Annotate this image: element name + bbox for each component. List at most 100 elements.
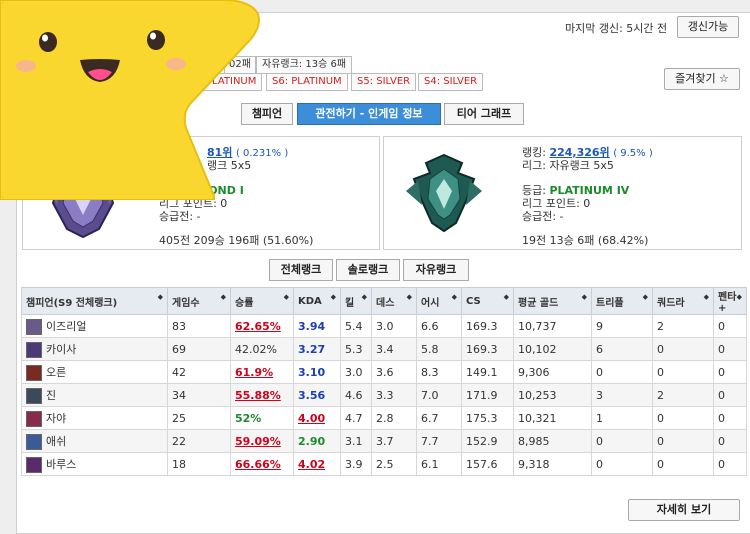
gold-cell: 10,102: [513, 337, 592, 361]
winrate-cell: 55.88%: [230, 383, 294, 407]
sort-icon: ◆: [451, 293, 457, 301]
champion-name[interactable]: 오른: [46, 366, 66, 379]
solo-record: 405전 209승 196패 (51.60%): [159, 234, 314, 247]
champion-icon: [26, 364, 42, 381]
assists-cell: 6.1: [416, 452, 462, 476]
last-update-text: 마지막 갱신: 5시간 전: [565, 22, 668, 35]
kda-cell: 3.10: [293, 360, 341, 384]
penta-cell: 0: [713, 406, 747, 430]
table-header-row: 챔피언(S9 전체랭크) ◆ 게임수 ◆ 승률 ◆ KDA ◆ 킬 ◆ 데스 ◆ 어시 ◆ C…: [21, 287, 747, 315]
triple-cell: 0: [591, 360, 653, 384]
triple-cell: 0: [591, 452, 653, 476]
sort-icon: ◆: [157, 293, 163, 301]
col-header[interactable]: CS ◆: [461, 287, 514, 315]
col-header[interactable]: 챔피언(S9 전체랭크) ◆: [21, 287, 168, 315]
champion-cell: 이즈리얼: [21, 314, 168, 338]
table-row: 자야 25 52% 4.00 4.7 2.8 6.7 175.3 10,321 1 0 0: [21, 406, 747, 430]
champion-stats-table: 챔피언(S9 전체랭크) ◆ 게임수 ◆ 승률 ◆ KDA ◆ 킬 ◆ 데스 ◆ 어시 ◆ C…: [21, 287, 747, 476]
penta-cell: 0: [713, 429, 747, 453]
penta-cell: 0: [713, 452, 747, 476]
kda-cell: 4.02: [293, 452, 341, 476]
table-row: 이즈리얼 83 62.65% 3.94 5.4 3.0 6.6 169.3 10,737 9 2 0: [21, 314, 747, 338]
gold-cell: 8,985: [513, 429, 592, 453]
triple-cell: 3: [591, 383, 653, 407]
solo-promo: 승급전: -: [159, 210, 201, 223]
table-row: 애쉬 22 59.09% 2.90 3.1 3.7 7.7 152.9 8,985 0 0 0: [21, 429, 747, 453]
star-sticker-icon: [0, 0, 260, 200]
champion-cell: 오른: [21, 360, 168, 384]
quadra-cell: 2: [652, 314, 714, 338]
champion-name[interactable]: 자야: [46, 412, 66, 425]
kda-cell: 3.27: [293, 337, 341, 361]
flex-record: 19전 13승 6패 (68.42%): [522, 234, 649, 247]
penta-cell: 0: [713, 383, 747, 407]
quadra-cell: 2: [652, 383, 714, 407]
kda-cell: 4.00: [293, 406, 341, 430]
assists-cell: 6.6: [416, 314, 462, 338]
table-row: 진 34 55.88% 3.56 4.6 3.3 7.0 171.9 10,253 3 2 0: [21, 383, 747, 407]
col-header[interactable]: 킬 ◆: [340, 287, 372, 315]
season-tag: S5: SILVER: [351, 73, 417, 91]
filter-flex-rank-button[interactable]: 자유랭크: [403, 259, 469, 281]
champion-cell: 애쉬: [21, 429, 168, 453]
col-header[interactable]: 데스 ◆: [371, 287, 417, 315]
kills-cell: 4.6: [340, 383, 372, 407]
champion-icon: [26, 341, 42, 358]
refresh-button[interactable]: 갱신가능: [677, 16, 739, 38]
col-header[interactable]: KDA ◆: [293, 287, 341, 315]
platinum-emblem-icon: [406, 153, 482, 233]
champion-cell: 바루스: [21, 452, 168, 476]
deaths-cell: 3.0: [371, 314, 417, 338]
deaths-cell: 2.8: [371, 406, 417, 430]
champion-icon: [26, 387, 42, 404]
kda-cell: 3.56: [293, 383, 341, 407]
champion-name[interactable]: 애쉬: [46, 435, 66, 448]
winrate-cell: 59.09%: [230, 429, 294, 453]
kills-cell: 3.1: [340, 429, 372, 453]
tab-tier-graph[interactable]: 티어 그래프: [444, 103, 524, 125]
games-cell: 42: [167, 360, 231, 384]
col-header[interactable]: 어시 ◆: [416, 287, 462, 315]
col-header[interactable]: 쿼드라 ◆: [652, 287, 714, 315]
more-details-button[interactable]: 자세히 보기: [628, 499, 740, 521]
triple-cell: 6: [591, 337, 653, 361]
filter-solo-rank-button[interactable]: 솔로랭크: [336, 259, 400, 281]
col-header[interactable]: 승률 ◆: [230, 287, 294, 315]
sort-icon: ◆: [503, 293, 509, 301]
table-row: 카이사 69 42.02% 3.27 5.3 3.4 5.8 169.3 10,102 6 0 0: [21, 337, 747, 361]
winrate-cell: 52%: [230, 406, 294, 430]
cs-cell: 152.9: [461, 429, 514, 453]
col-header[interactable]: 트리플 ◆: [591, 287, 653, 315]
cs-cell: 169.3: [461, 337, 514, 361]
kills-cell: 3.9: [340, 452, 372, 476]
kda-cell: 2.90: [293, 429, 341, 453]
champion-name[interactable]: 이즈리얼: [46, 320, 86, 333]
deaths-cell: 3.4: [371, 337, 417, 361]
filter-all-rank-button[interactable]: 전체랭크: [269, 259, 333, 281]
quadra-cell: 0: [652, 406, 714, 430]
quadra-cell: 0: [652, 452, 714, 476]
sort-icon: ◆: [220, 293, 226, 301]
tab-spectate[interactable]: 관전하기 - 인게임 정보: [297, 103, 441, 125]
quadra-cell: 0: [652, 429, 714, 453]
favorite-button[interactable]: 즐겨찾기 ☆: [664, 68, 740, 90]
gold-cell: 9,306: [513, 360, 592, 384]
deaths-cell: 3.3: [371, 383, 417, 407]
col-header[interactable]: 평균 골드 ◆: [513, 287, 592, 315]
triple-cell: 1: [591, 406, 653, 430]
col-header[interactable]: 펜타+ ◆: [713, 287, 747, 315]
col-header[interactable]: 게임수 ◆: [167, 287, 231, 315]
cs-cell: 169.3: [461, 314, 514, 338]
gold-cell: 10,321: [513, 406, 592, 430]
winrate-cell: 62.65%: [230, 314, 294, 338]
cs-cell: 175.3: [461, 406, 514, 430]
champion-name[interactable]: 카이사: [46, 343, 76, 356]
champion-name[interactable]: 바루스: [46, 458, 76, 471]
games-cell: 22: [167, 429, 231, 453]
sort-icon: ◆: [361, 293, 367, 301]
kda-cell: 3.94: [293, 314, 341, 338]
champion-name[interactable]: 진: [46, 389, 56, 402]
penta-cell: 0: [713, 314, 747, 338]
sort-icon: ◆: [736, 293, 742, 301]
deaths-cell: 3.7: [371, 429, 417, 453]
